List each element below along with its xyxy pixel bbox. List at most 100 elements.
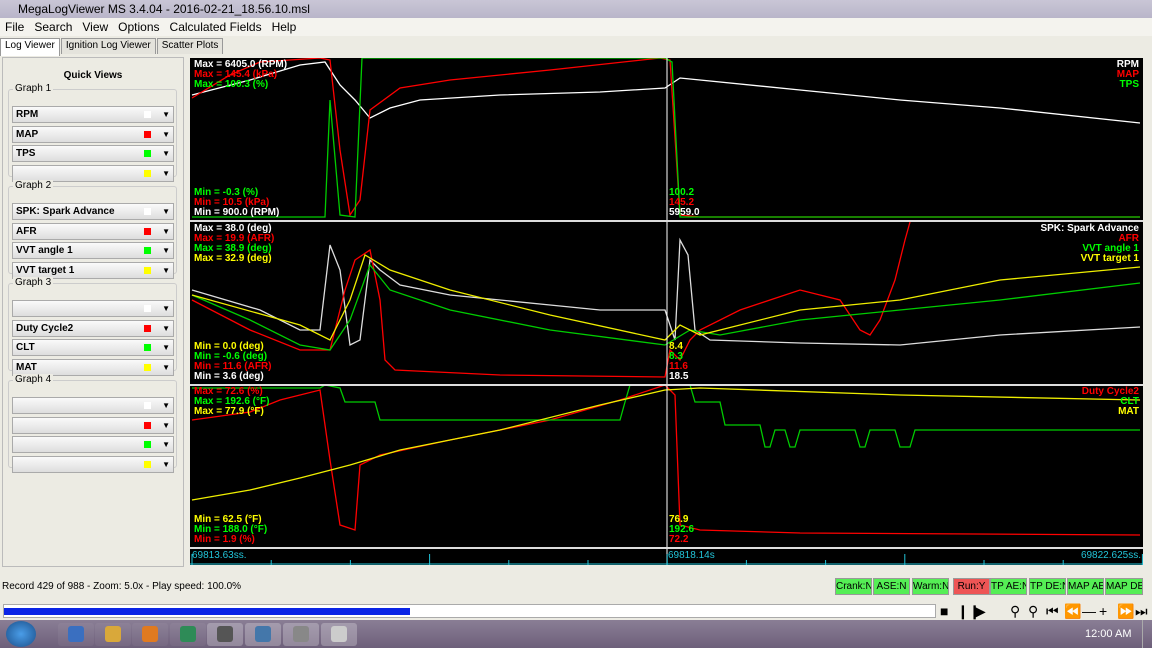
graph2-max-label: Max = 32.9 (deg) — [194, 253, 272, 264]
menu-view[interactable]: View — [81, 20, 109, 34]
field-select[interactable]: ▼ — [12, 300, 174, 317]
zoom-in-icon[interactable]: ⚲ — [1028, 602, 1038, 620]
color-swatch[interactable] — [144, 208, 151, 215]
field-label: MAP — [16, 128, 39, 140]
first-icon[interactable]: ⏮ — [1046, 602, 1059, 620]
play-icon[interactable]: ▶ — [975, 602, 986, 620]
chevron-down-icon: ▼ — [162, 343, 170, 352]
graph-separator — [190, 384, 1143, 386]
field-select[interactable]: ▼ — [12, 397, 174, 414]
field-select[interactable]: VVT angle 1 ▼ — [12, 242, 174, 259]
menu-file[interactable]: File — [4, 20, 25, 34]
progress-fill — [4, 608, 410, 615]
field-select[interactable]: SPK: Spark Advance ▼ — [12, 203, 174, 220]
status-badge: TP AE:N — [990, 578, 1027, 595]
color-swatch[interactable] — [144, 305, 151, 312]
chevron-down-icon: ▼ — [162, 323, 170, 333]
color-swatch[interactable] — [144, 247, 151, 254]
taskbar: 12:00 AM — [0, 620, 1152, 648]
rewind-icon[interactable]: ⏪ — [1064, 602, 1081, 620]
show-desktop-button[interactable] — [1142, 620, 1152, 648]
taskbar-app-icon[interactable] — [245, 623, 281, 646]
taskbar-app-icon[interactable] — [170, 623, 206, 646]
field-select[interactable]: CLT ▼ — [12, 339, 174, 356]
duty-cycle-trace — [191, 384, 1141, 536]
graph3-max-label: Max = 77.9 (°F) — [194, 406, 264, 417]
field-label: TPS — [16, 148, 36, 159]
graph-area[interactable]: Max = 6405.0 (RPM) Max = 145.4 (kPa) Max =… — [190, 58, 1143, 565]
color-swatch[interactable] — [144, 421, 151, 429]
taskbar-app-icon[interactable] — [132, 623, 168, 646]
color-swatch[interactable] — [144, 130, 151, 138]
color-swatch[interactable] — [144, 460, 151, 468]
field-select[interactable]: ▼ — [12, 164, 174, 182]
plus-icon[interactable]: + — [1099, 602, 1107, 620]
field-select[interactable]: MAP ▼ — [12, 125, 174, 143]
taskbar-app-icon[interactable] — [207, 623, 243, 646]
time-cursor: 69818.14s — [668, 550, 715, 561]
tab-scatter-plots[interactable]: Scatter Plots — [156, 38, 224, 54]
menu-calculated-fields[interactable]: Calculated Fields — [169, 20, 263, 34]
field-select[interactable]: AFR ▼ — [12, 222, 174, 240]
tab-ignition-log-viewer[interactable]: Ignition Log Viewer — [60, 38, 156, 54]
map-trace — [191, 58, 1140, 218]
app-glyph-icon — [180, 626, 196, 642]
color-swatch[interactable] — [144, 111, 151, 118]
field-select[interactable]: ▼ — [12, 455, 174, 473]
chevron-down-icon: ▼ — [162, 246, 170, 255]
color-swatch[interactable] — [144, 169, 151, 177]
chevron-down-icon: ▼ — [162, 362, 170, 372]
color-swatch[interactable] — [144, 344, 151, 351]
graph-group-label: Graph 3 — [13, 277, 54, 288]
tab-log-viewer[interactable]: Log Viewer — [0, 38, 60, 56]
graph-group-1: Graph 1 RPM ▼ MAP ▼ TPS ▼ ▼ — [8, 83, 177, 182]
graph-separator — [190, 220, 1143, 222]
field-select[interactable]: TPS ▼ — [12, 145, 174, 162]
taskbar-app-icon[interactable] — [58, 623, 94, 646]
stop-icon[interactable]: ■ — [940, 602, 948, 620]
field-select[interactable]: Duty Cycle2 ▼ — [12, 319, 174, 337]
last-icon[interactable]: ⏭ — [1135, 602, 1148, 620]
color-swatch[interactable] — [144, 402, 151, 409]
chevron-down-icon: ▼ — [162, 168, 170, 178]
record-status: Record 429 of 988 - Zoom: 5.0x - Play sp… — [2, 581, 242, 592]
vvt-target-trace — [191, 254, 1141, 341]
app-glyph-icon — [293, 626, 309, 642]
taskbar-app-icon[interactable] — [283, 623, 319, 646]
taskbar-app-icon[interactable] — [321, 623, 357, 646]
graph2-min-label: Min = 3.6 (deg) — [194, 371, 264, 382]
graph1-legend-label: TPS — [1119, 79, 1139, 90]
menu-search[interactable]: Search — [33, 20, 73, 34]
field-label: VVT target 1 — [16, 264, 75, 276]
start-button[interactable] — [6, 621, 36, 647]
menu-help[interactable]: Help — [271, 20, 298, 34]
app-glyph-icon — [142, 626, 158, 642]
graph2-legend-label: VVT target 1 — [1080, 253, 1139, 264]
field-select[interactable]: VVT target 1 ▼ — [12, 261, 174, 279]
color-swatch[interactable] — [144, 363, 151, 371]
field-select[interactable]: ▼ — [12, 436, 174, 453]
color-swatch[interactable] — [144, 324, 151, 332]
menu-options[interactable]: Options — [117, 20, 160, 34]
chevron-down-icon: ▼ — [162, 207, 170, 216]
app-glyph-icon — [68, 626, 84, 642]
color-swatch[interactable] — [144, 441, 151, 448]
field-select[interactable]: ▼ — [12, 416, 174, 434]
graph1-min-label: Min = 900.0 (RPM) — [194, 207, 280, 218]
graph3-legend-label: MAT — [1118, 406, 1139, 417]
color-swatch[interactable] — [144, 266, 151, 274]
field-label: RPM — [16, 109, 39, 120]
graph-group-2: Graph 2 SPK: Spark Advance ▼ AFR ▼ VVT angle … — [8, 180, 177, 279]
taskbar-app-icon[interactable] — [95, 623, 131, 646]
color-swatch[interactable] — [144, 227, 151, 235]
vvt-angle-trace — [191, 263, 1141, 351]
field-label: CLT — [16, 342, 35, 353]
field-select[interactable]: MAT ▼ — [12, 358, 174, 376]
zoom-out-icon[interactable]: ⚲ — [1010, 602, 1020, 620]
minus-icon[interactable]: — — [1082, 602, 1096, 620]
playback-progress[interactable] — [3, 604, 936, 618]
field-select[interactable]: RPM ▼ — [12, 106, 174, 123]
fast-forward-icon[interactable]: ⏩ — [1117, 602, 1134, 620]
chevron-down-icon: ▼ — [162, 129, 170, 139]
color-swatch[interactable] — [144, 150, 151, 157]
